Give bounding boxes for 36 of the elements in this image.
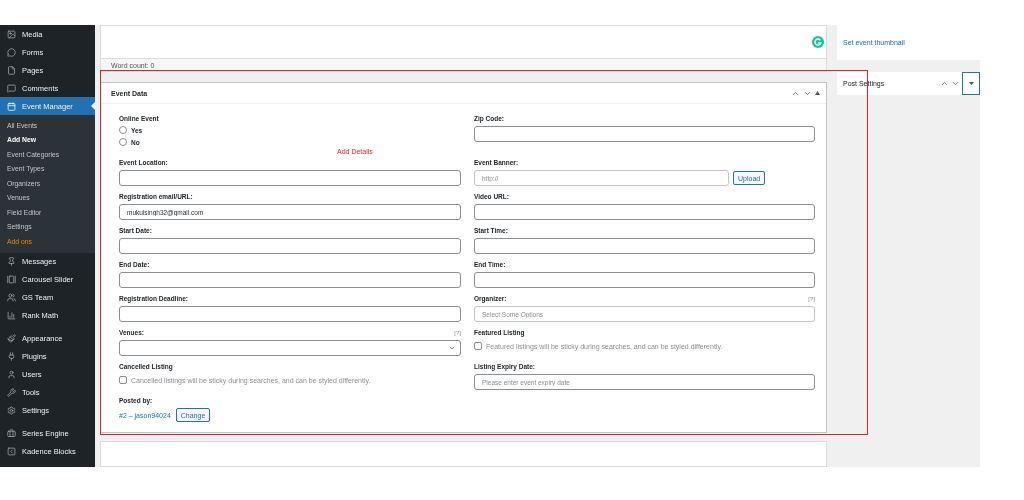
comment-icon [7,83,16,93]
slider-icon [7,275,16,284]
text-field[interactable] [474,126,815,142]
text-field[interactable] [119,238,461,254]
circular-arrow-icon[interactable] [812,36,824,48]
user-icon [7,370,16,379]
text-field[interactable] [474,272,815,288]
text-field[interactable] [119,170,461,186]
calendar-icon [7,101,16,111]
text-field[interactable] [119,272,461,288]
chevron-down-icon [448,344,456,352]
briefcase-icon [7,429,16,438]
text-field[interactable] [474,238,815,254]
chevron-down-icon[interactable] [951,79,960,88]
people-icon [7,293,16,302]
checkbox[interactable] [119,376,127,384]
caret-down-icon [968,82,974,85]
chart-icon [7,311,16,320]
chat-icon [7,47,16,57]
checkbox[interactable] [474,342,482,350]
chevron-up-icon[interactable] [940,79,949,88]
settings-icon [7,406,16,415]
text-field[interactable] [474,204,815,220]
wrench-icon [7,388,16,397]
select-field[interactable] [119,340,461,356]
text-field[interactable] [119,306,461,322]
toggle-button[interactable] [962,72,980,95]
page-icon [7,65,16,75]
panel-icon [7,447,16,456]
brush-icon [7,334,16,343]
image-icon [7,29,16,39]
caret-up-icon[interactable] [815,91,820,95]
radio-button[interactable] [119,126,127,134]
pin-icon [7,257,16,266]
radio-button[interactable] [119,138,127,146]
plug-icon [7,352,16,361]
